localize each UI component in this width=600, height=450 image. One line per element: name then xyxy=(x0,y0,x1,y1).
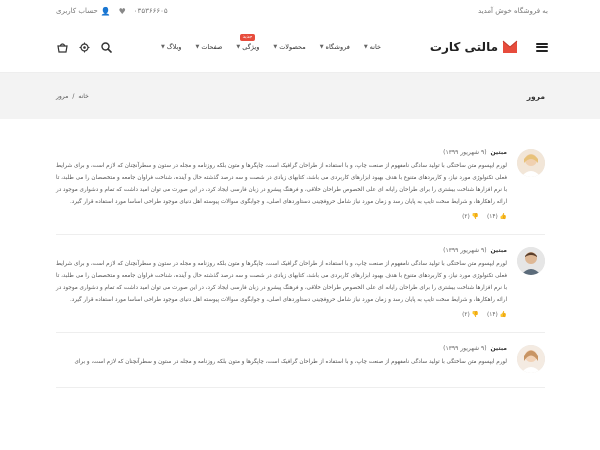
dislike-count: (۲) xyxy=(462,312,470,318)
topbar: به فروشگاه خوش آمدید ۰۳۵۳۶۶۶۰۵ ♥ 👤 حساب … xyxy=(0,0,600,22)
nav-shop[interactable]: فروشگاه ▼ xyxy=(320,43,350,51)
comment-header: مبتین (۹ شهریور ۱۳۹۹) xyxy=(56,247,507,254)
logo-mark-icon xyxy=(502,40,518,54)
page-title: مرور xyxy=(526,91,545,101)
topbar-left: ۰۳۵۳۶۶۶۰۵ ♥ 👤 حساب کاربری xyxy=(56,7,168,16)
logo[interactable]: مالتی کارت xyxy=(430,40,518,54)
header: مالتی کارت خانه ▼ فروشگاه ▼ محصولات ▼ جد… xyxy=(0,22,600,73)
cart-icon[interactable] xyxy=(56,41,68,53)
nav-products[interactable]: محصولات ▼ xyxy=(273,43,305,51)
like-button[interactable]: 👍 (۱۴) xyxy=(487,214,507,220)
comment-date: (۹ شهریور ۱۳۹۹) xyxy=(443,149,487,156)
thumbs-down-icon: 👎 xyxy=(471,312,480,318)
nav-blog[interactable]: وبلاگ ▼ xyxy=(161,43,182,51)
header-actions xyxy=(56,41,112,53)
chevron-down-icon: ▼ xyxy=(195,44,200,50)
comment-body: مبتین (۹ شهریور ۱۳۹۹) لورم ایپسوم متن سا… xyxy=(56,247,507,318)
search-icon[interactable] xyxy=(100,41,112,53)
comment-actions: 👍 (۱۴) 👎 (۲) xyxy=(56,214,507,220)
breadcrumb-separator: / xyxy=(72,92,75,100)
chevron-down-icon: ▼ xyxy=(236,44,241,50)
comment-author: مبتین xyxy=(490,247,507,254)
comments-list: مبتین (۹ شهریور ۱۳۹۹) لورم ایپسوم متن سا… xyxy=(0,119,600,388)
breadcrumb: خانه / مرور xyxy=(56,93,89,100)
like-count: (۱۴) xyxy=(487,312,498,318)
hamburger-icon[interactable] xyxy=(536,42,548,52)
comment-date: (۹ شهریور ۱۳۹۹) xyxy=(443,247,487,254)
nav-pages-label: صفحات xyxy=(201,43,223,51)
comment-header: مبتین (۹ شهریور ۱۳۹۹) xyxy=(56,149,507,156)
dislike-button[interactable]: 👎 (۲) xyxy=(462,312,479,318)
dislike-button[interactable]: 👎 (۲) xyxy=(462,214,479,220)
account-link[interactable]: 👤 حساب کاربری xyxy=(56,7,111,16)
like-count: (۱۴) xyxy=(487,214,498,220)
chevron-down-icon: ▼ xyxy=(160,44,165,50)
thumbs-down-icon: 👎 xyxy=(471,214,480,220)
comment-author: مبتین xyxy=(490,345,507,352)
dislike-count: (۲) xyxy=(462,214,470,220)
gear-icon[interactable] xyxy=(78,41,90,53)
nav-pages[interactable]: صفحات ▼ xyxy=(195,43,222,51)
welcome-text: به فروشگاه خوش آمدید xyxy=(478,7,548,15)
phone-text: ۰۳۵۳۶۶۶۰۵ xyxy=(133,7,168,15)
account-label: حساب کاربری xyxy=(56,7,98,15)
brand: مالتی کارت xyxy=(430,40,548,54)
nav-features-label: ویژگی xyxy=(242,43,260,51)
nav-home-label: خانه xyxy=(369,43,381,51)
comment-actions: 👍 (۱۴) 👎 (۲) xyxy=(56,312,507,318)
heart-icon[interactable]: ♥ xyxy=(119,7,126,16)
like-button[interactable]: 👍 (۱۴) xyxy=(487,312,507,318)
comment-item: مبتین (۹ شهریور ۱۳۹۹) لورم ایپسوم متن سا… xyxy=(56,137,545,235)
page-title-band: مرور خانه / مرور xyxy=(0,73,600,119)
thumbs-up-icon: 👍 xyxy=(499,214,507,220)
nav-home[interactable]: خانه ▼ xyxy=(364,43,381,51)
comment-author: مبتین xyxy=(490,149,507,156)
comment-item: مبتین (۹ شهریور ۱۳۹۹) لورم ایپسوم متن سا… xyxy=(56,235,545,333)
comment-date: (۹ شهریور ۱۳۹۹) xyxy=(443,345,487,352)
main-nav: خانه ▼ فروشگاه ▼ محصولات ▼ جدید ویژگی ▼ … xyxy=(161,34,381,51)
avatar xyxy=(517,345,545,373)
logo-text: مالتی کارت xyxy=(429,40,498,54)
comment-text: لورم ایپسوم متن ساختگی با تولید سادگی نا… xyxy=(56,261,507,303)
user-icon: 👤 xyxy=(100,6,111,16)
breadcrumb-current: مرور xyxy=(56,92,69,100)
thumbs-up-icon: 👍 xyxy=(499,312,507,318)
comment-item: مبتین (۹ شهریور ۱۳۹۹) لورم ایپسوم متن سا… xyxy=(56,333,545,388)
nav-features[interactable]: جدید ویژگی ▼ xyxy=(236,34,260,51)
new-badge: جدید xyxy=(239,34,256,41)
chevron-down-icon: ▼ xyxy=(273,44,278,50)
nav-products-label: محصولات xyxy=(279,43,306,51)
chevron-down-icon: ▼ xyxy=(319,44,324,50)
avatar xyxy=(517,247,545,275)
breadcrumb-home[interactable]: خانه xyxy=(78,93,88,100)
comment-text: لورم ایپسوم متن ساختگی با تولید سادگی نا… xyxy=(56,163,507,205)
comment-body: مبتین (۹ شهریور ۱۳۹۹) لورم ایپسوم متن سا… xyxy=(56,149,507,220)
comment-header: مبتین (۹ شهریور ۱۳۹۹) xyxy=(56,345,507,352)
chevron-down-icon: ▼ xyxy=(363,44,368,50)
avatar xyxy=(517,149,545,177)
comment-body: مبتین (۹ شهریور ۱۳۹۹) لورم ایپسوم متن سا… xyxy=(56,345,508,368)
nav-shop-label: فروشگاه xyxy=(325,43,350,51)
comment-text: لورم ایپسوم متن ساختگی با تولید سادگی نا… xyxy=(74,359,508,365)
nav-blog-label: وبلاگ xyxy=(166,43,182,51)
